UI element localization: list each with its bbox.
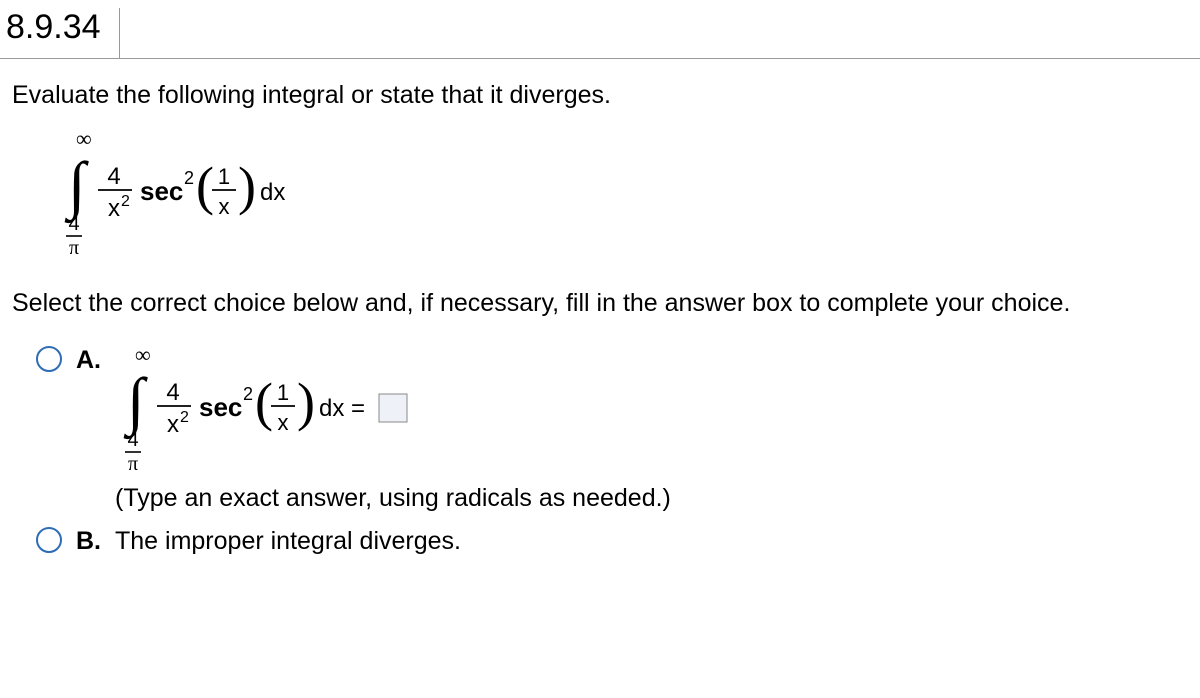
lower-limit-num: 4 <box>68 213 79 235</box>
coeff-den-base-a: x <box>167 411 179 438</box>
coeff-num: 4 <box>107 163 120 190</box>
instruction-text: Select the correct choice below and, if … <box>12 289 1188 318</box>
diff: dx <box>260 179 285 206</box>
choice-a-row: A. ∫ ∞ 4 π 4 x 2 sec 2 ( 1 x <box>36 344 1188 513</box>
coeff-den-exp-a: 2 <box>180 409 189 426</box>
radio-b[interactable] <box>36 527 62 553</box>
lower-limit-den: π <box>69 237 79 259</box>
lower-limit-num-a: 4 <box>127 429 138 451</box>
radio-a[interactable] <box>36 346 62 372</box>
func-exp: 2 <box>184 168 194 188</box>
choice-b-label: B. <box>76 527 101 556</box>
header-bar: 8.9.34 <box>0 0 1200 59</box>
lower-limit-den-a: π <box>128 453 138 475</box>
question-body: Evaluate the following integral or state… <box>0 59 1200 556</box>
choice-a-label: A. <box>76 346 101 375</box>
choice-a-hint: (Type an exact answer, using radicals as… <box>115 484 671 513</box>
coeff-den-exp: 2 <box>121 193 130 210</box>
upper-limit: ∞ <box>76 126 92 151</box>
func-exp-a: 2 <box>243 384 253 404</box>
choice-a-content: ∫ ∞ 4 π 4 x 2 sec 2 ( 1 x ) dx = <box>115 344 671 513</box>
arg-num-a: 1 <box>277 380 289 405</box>
coeff-den-base: x <box>108 195 120 222</box>
func: sec <box>140 176 183 206</box>
func-a: sec <box>199 392 242 422</box>
upper-limit-a: ∞ <box>135 342 151 367</box>
arg-num: 1 <box>218 164 230 189</box>
integral-svg: ∫ ∞ 4 π 4 x 2 sec 2 ( 1 x <box>56 128 306 258</box>
answer-input-box[interactable] <box>379 394 407 422</box>
svg-text:(: ( <box>255 372 273 432</box>
choice-a-integral-svg: ∫ ∞ 4 π 4 x 2 sec 2 ( 1 x ) dx = <box>115 344 445 474</box>
arg-den-a: x <box>278 410 289 435</box>
choice-b-row: B. The improper integral diverges. <box>36 525 1188 556</box>
coeff-num-a: 4 <box>166 379 179 406</box>
rparen: ) <box>238 156 256 216</box>
question-number: 8.9.34 <box>6 8 120 58</box>
svg-text:): ) <box>297 372 315 432</box>
arg-den: x <box>219 194 230 219</box>
choice-b-text: The improper integral diverges. <box>115 527 461 556</box>
page-root: 8.9.34 Evaluate the following integral o… <box>0 0 1200 698</box>
integral-expression: ∫ ∞ 4 π 4 x 2 sec 2 ( 1 x <box>56 128 1188 265</box>
prompt-text: Evaluate the following integral or state… <box>12 81 1188 110</box>
diff-equals: dx = <box>319 395 365 422</box>
lparen: ( <box>196 156 214 216</box>
